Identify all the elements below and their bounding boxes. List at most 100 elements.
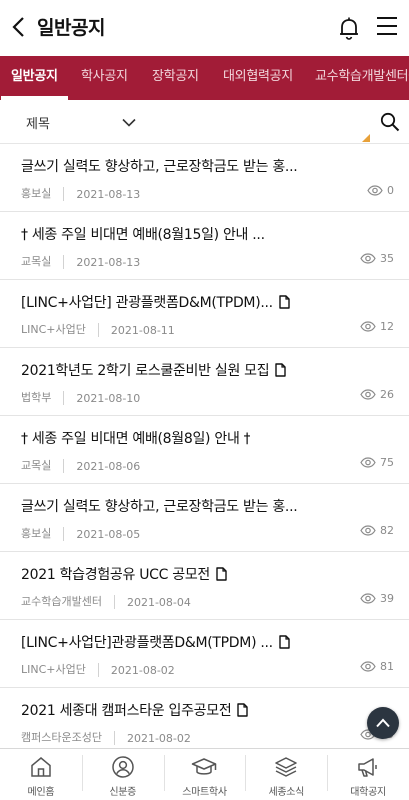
view-count: 26	[360, 388, 394, 401]
notice-meta: LINC+사업단 2021-08-02	[21, 663, 175, 677]
megaphone-icon	[358, 758, 377, 777]
app-header: 일반공지	[0, 0, 409, 56]
attachment-file-icon	[216, 567, 227, 581]
view-count: 0	[367, 184, 394, 197]
tab-teaching-center-notice[interactable]: 교수학습개발센터공	[315, 56, 409, 100]
chevron-down-icon	[122, 118, 136, 127]
list-item[interactable]: 글쓰기 실력도 향상하고, 근로장학금도 받는 홍... 홍보실 2021-08-1…	[0, 144, 409, 212]
eye-icon	[360, 253, 376, 264]
view-count: 35	[360, 252, 394, 265]
tab-general-notice[interactable]: 일반공지	[1, 56, 68, 100]
tab-scholarship-notice[interactable]: 장학공지	[152, 56, 199, 100]
notice-department: LINC+사업단	[21, 323, 99, 337]
notice-title-text: † 세종 주일 비대면 예배(8월8일) 안내 †	[21, 431, 251, 447]
notice-title: 2021 학습경험공유 UCC 공모전	[21, 564, 376, 584]
bottom-navigation: 메인홈 신분증 스마트학사 세종소식 대학공지	[0, 748, 409, 800]
attachment-file-icon	[237, 703, 249, 717]
notice-title: 2021 세종대 캠퍼스타운 입주공모전	[21, 700, 376, 720]
category-tabs: 일반공지 학사공지 장학공지 대외협력공지 교수학습개발센터공	[0, 56, 409, 100]
notice-title: 글쓰기 실력도 향상하고, 근로장학금도 받는 홍...	[21, 496, 376, 516]
page-title: 일반공지	[37, 17, 105, 39]
bell-icon	[340, 17, 358, 40]
search-field-select[interactable]: 제목	[26, 111, 136, 133]
notice-department: 교수학습개발센터	[21, 595, 115, 609]
view-count: 82	[360, 524, 394, 537]
notice-title-text: 글쓰기 실력도 향상하고, 근로장학금도 받는 홍...	[21, 159, 298, 175]
notice-title: [LINC+사업단]관광플랫폼D&M(TPDM) ...	[21, 632, 376, 652]
notification-button[interactable]	[336, 13, 362, 43]
view-count: 12	[360, 320, 394, 333]
view-count-value: 81	[380, 660, 394, 673]
list-item[interactable]: 2021 학습경험공유 UCC 공모전교수학습개발센터 2021-08-04 39	[0, 552, 409, 620]
list-item[interactable]: [LINC+사업단]관광플랫폼D&M(TPDM) ... LINC+사업단 2021…	[0, 620, 409, 688]
chevron-up-icon	[376, 718, 390, 728]
home-icon	[31, 757, 51, 777]
scroll-top-button[interactable]	[367, 707, 399, 739]
menu-button[interactable]	[374, 13, 400, 39]
eye-icon	[360, 525, 376, 536]
notice-title-text: [LINC+사업단] 관광플랫폼D&M(TPDM)...	[21, 295, 273, 311]
nav-smart-academic[interactable]: 스마트학사	[163, 749, 246, 800]
list-item[interactable]: 2021학년도 2학기 로스쿨준비반 실원 모집법학부 2021-08-10 26	[0, 348, 409, 416]
eye-icon	[360, 593, 376, 604]
nav-id-card[interactable]: 신분증	[81, 749, 164, 800]
attachment-file-icon	[275, 363, 287, 377]
nav-smart-academic-label: 스마트학사	[182, 787, 227, 798]
graduation-cap-icon	[192, 758, 217, 775]
nav-sejong-news[interactable]: 세종소식	[245, 749, 327, 800]
notice-title: † 세종 주일 비대면 예배(8월8일) 안내 †	[21, 428, 376, 448]
notice-department: 캠퍼스타운조성단	[21, 731, 115, 745]
notice-meta: 캠퍼스타운조성단 2021-08-02	[21, 731, 191, 745]
view-count-value: 39	[380, 592, 394, 605]
notice-date: 2021-08-06	[76, 459, 141, 473]
notice-department: LINC+사업단	[21, 663, 99, 677]
back-button[interactable]	[6, 12, 30, 42]
attachment-file-icon	[279, 295, 290, 309]
notice-meta: 교수학습개발센터 2021-08-04	[21, 595, 191, 609]
notice-department: 교목실	[21, 255, 65, 269]
nav-home-label: 메인홈	[27, 787, 55, 798]
list-item[interactable]: [LINC+사업단] 관광플랫폼D&M(TPDM)... LINC+사업단 2021…	[0, 280, 409, 348]
notice-title-text: 2021학년도 2학기 로스쿨준비반 실원 모집	[21, 363, 270, 379]
notice-date: 2021-08-02	[110, 663, 175, 677]
eye-icon	[360, 321, 376, 332]
eye-icon	[360, 457, 376, 468]
view-count-value: 0	[387, 184, 394, 197]
attachment-file-icon	[279, 635, 290, 649]
list-item[interactable]: † 세종 주일 비대면 예배(8월15일) 안내 ... 교목실 2021-08-1…	[0, 212, 409, 280]
notice-meta: 법학부 2021-08-10	[21, 391, 140, 405]
notice-title-text: 글쓰기 실력도 향상하고, 근로장학금도 받는 홍...	[21, 499, 298, 515]
notice-department: 홍보실	[21, 527, 65, 541]
eye-icon	[367, 185, 383, 196]
list-item[interactable]: † 세종 주일 비대면 예배(8월8일) 안내 † 교목실 2021-08-06 75	[0, 416, 409, 484]
notice-title-text: 2021 학습경험공유 UCC 공모전	[21, 567, 210, 583]
notice-title: [LINC+사업단] 관광플랫폼D&M(TPDM)...	[21, 292, 376, 312]
list-item[interactable]: 2021 세종대 캠퍼스타운 입주공모전캠퍼스타운조성단2021-08-0289	[0, 688, 409, 756]
notice-department: 교목실	[21, 459, 65, 473]
tab-external-relations-notice[interactable]: 대외협력공지	[223, 56, 293, 100]
chevron-left-icon	[12, 17, 24, 37]
search-icon	[380, 112, 400, 132]
notice-meta: 홍보실 2021-08-13	[21, 187, 140, 201]
layers-icon	[275, 757, 298, 777]
nav-university-notice[interactable]: 대학공지	[327, 749, 409, 800]
nav-home[interactable]: 메인홈	[0, 749, 82, 800]
view-count: 75	[360, 456, 394, 469]
notice-title: † 세종 주일 비대면 예배(8월15일) 안내 ...	[21, 224, 376, 244]
view-count-value: 75	[380, 456, 394, 469]
eye-icon	[360, 389, 376, 400]
corner-marker	[362, 134, 370, 142]
search-button[interactable]	[378, 110, 402, 134]
view-count-value: 35	[380, 252, 394, 265]
view-count: 39	[360, 592, 394, 605]
notice-meta: LINC+사업단 2021-08-11	[21, 323, 175, 337]
list-item[interactable]: 글쓰기 실력도 향상하고, 근로장학금도 받는 홍... 홍보실 2021-08-0…	[0, 484, 409, 552]
view-count-value: 12	[380, 320, 394, 333]
nav-sejong-news-label: 세종소식	[268, 787, 305, 798]
tab-academic-notice[interactable]: 학사공지	[81, 56, 128, 100]
notice-title-text: 2021 세종대 캠퍼스타운 입주공모전	[21, 703, 232, 719]
notice-title: 글쓰기 실력도 향상하고, 근로장학금도 받는 홍...	[21, 156, 376, 176]
notice-date: 2021-08-13	[76, 255, 141, 269]
hamburger-menu-icon	[377, 17, 397, 35]
view-count-value: 82	[380, 524, 394, 537]
